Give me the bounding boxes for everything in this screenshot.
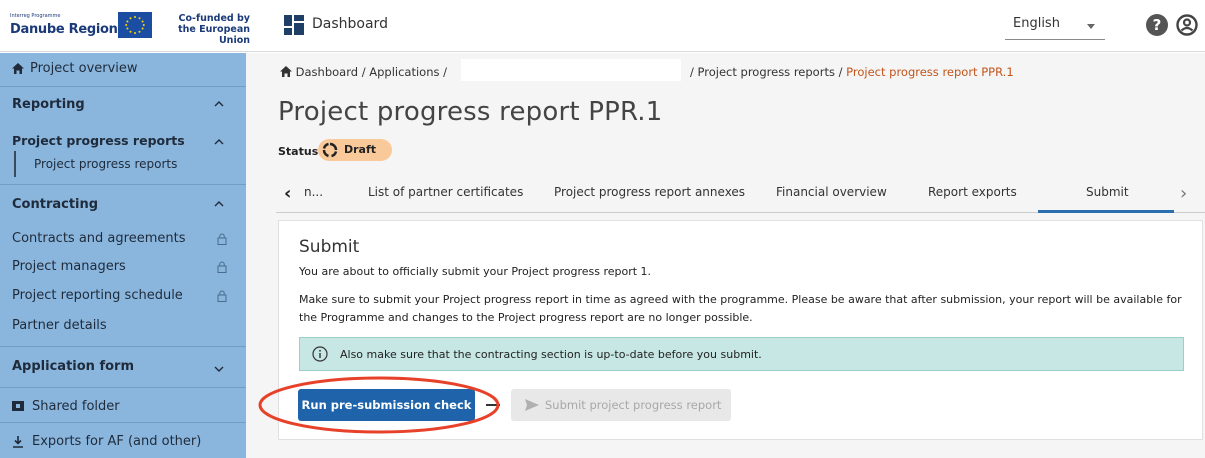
top-bar: Interreg Programme Danube Region Co-fund… (0, 0, 1205, 52)
tab-financial-overview[interactable]: Financial overview (776, 185, 887, 199)
sidebar-item-label: Project progress reports (34, 157, 178, 171)
sidebar-item-partner-details[interactable]: Partner details (0, 312, 246, 338)
chevron-up-icon (214, 101, 224, 107)
sidebar-section-reporting[interactable]: Reporting (0, 87, 246, 119)
home-icon (12, 63, 24, 74)
logo-region-label: Danube Region (10, 22, 118, 37)
lock-icon (217, 233, 227, 245)
language-select[interactable]: English (1005, 10, 1105, 40)
sidebar-item-reporting-schedule[interactable]: Project reporting schedule (0, 282, 246, 308)
sidebar-item-exports[interactable]: Exports for AF (and other) (0, 423, 246, 457)
chevron-down-icon (214, 366, 224, 372)
lock-icon (217, 261, 227, 273)
folder-icon (12, 401, 24, 411)
sidebar-item-contracts[interactable]: Contracts and agreements (0, 225, 246, 251)
sidebar-item-label: Project overview (30, 61, 138, 76)
breadcrumb-dashboard[interactable]: Dashboard (296, 65, 358, 79)
sidebar-item-label: Contracts and agreements (12, 231, 186, 246)
breadcrumb-current: Project progress report PPR.1 (846, 65, 1014, 79)
sidebar-section-label: Reporting (12, 97, 85, 112)
highlight-ring (258, 376, 500, 434)
home-icon[interactable] (280, 66, 292, 77)
info-alert: Also make sure that the contracting sect… (299, 337, 1184, 371)
breadcrumb-applications[interactable]: Applications (369, 65, 439, 79)
breadcrumb-tail: / Project progress reports / Project pro… (690, 65, 1014, 79)
sidebar-item-ppr[interactable]: Project progress reports (14, 151, 242, 177)
sidebar-item-shared-folder[interactable]: Shared folder (0, 388, 246, 422)
breadcrumb-separator: / (838, 65, 847, 79)
chevron-up-icon (214, 139, 224, 145)
submit-report-button[interactable]: Submit project progress report (511, 389, 731, 421)
eu-flag-icon (118, 12, 152, 38)
info-text: Also make sure that the contracting sect… (340, 348, 762, 361)
tab-partner-certificates[interactable]: List of partner certificates (368, 185, 523, 199)
submit-intro: You are about to officially submit your … (299, 265, 652, 278)
breadcrumb-hidden-segment (461, 59, 681, 81)
chevron-up-icon (214, 201, 224, 207)
submit-notice: Make sure to submit your Project progres… (299, 293, 1182, 324)
breadcrumb-ppr[interactable]: Project progress reports (698, 65, 835, 79)
logo-programme-label: Interreg Programme (10, 13, 61, 19)
breadcrumb-separator: / (690, 65, 698, 79)
sidebar-item-label: Partner details (12, 318, 107, 333)
chevron-left-icon[interactable]: ‹ (284, 183, 291, 204)
tab-report-exports[interactable]: Report exports (928, 185, 1017, 199)
breadcrumb-separator: / (443, 65, 448, 79)
chevron-down-icon (1087, 24, 1095, 29)
lock-icon (217, 290, 227, 302)
status-value: Draft (344, 143, 377, 156)
status-label: Status (278, 145, 319, 158)
submit-report-label: Submit project progress report (545, 398, 722, 412)
logo-eu-label: Co-funded by the European Union (178, 13, 250, 46)
page-title: Project progress report PPR.1 (278, 97, 663, 127)
chevron-right-icon[interactable]: › (1180, 183, 1187, 204)
sidebar-item-label: Project managers (12, 259, 126, 274)
active-tab-indicator (1038, 210, 1174, 213)
user-account-icon[interactable] (1176, 14, 1198, 36)
tab-bar: ‹ n... List of partner certificates Proj… (276, 173, 1205, 213)
submit-title: Submit (299, 237, 360, 257)
info-icon (312, 346, 328, 362)
language-value: English (1013, 16, 1060, 31)
sidebar-item-label: Exports for AF (and other) (32, 434, 202, 449)
dashboard-link[interactable]: Dashboard (312, 16, 388, 32)
dashboard-icon (284, 15, 304, 35)
sidebar-section-contracting[interactable]: Contracting (0, 185, 246, 219)
sidebar-group-label: Project progress reports (12, 133, 185, 148)
sidebar-item-label: Project reporting schedule (12, 288, 183, 303)
sidebar-section-label: Application form (12, 359, 134, 374)
breadcrumb: Dashboard / Applications / (280, 65, 447, 79)
programme-logo[interactable]: Interreg Programme Danube Region Co-fund… (8, 8, 250, 46)
tab-submit[interactable]: Submit (1086, 185, 1129, 199)
sidebar-group-ppr[interactable]: Project progress reports (0, 125, 246, 151)
sidebar: Project overview Reporting Project progr… (0, 53, 246, 458)
sidebar-section-application-form[interactable]: Application form (0, 347, 246, 387)
tab-truncated[interactable]: n... (304, 185, 323, 199)
status-badge: Draft (318, 139, 392, 161)
download-icon (13, 436, 23, 448)
sidebar-item-project-overview[interactable]: Project overview (0, 53, 246, 85)
sidebar-section-label: Contracting (12, 197, 99, 212)
sidebar-item-label: Shared folder (32, 399, 120, 414)
sidebar-item-project-managers[interactable]: Project managers (0, 253, 246, 279)
tab-report-annexes[interactable]: Project progress report annexes (554, 185, 745, 199)
draft-status-icon (322, 142, 338, 158)
help-icon[interactable]: ? (1146, 14, 1168, 36)
send-icon (525, 399, 539, 411)
